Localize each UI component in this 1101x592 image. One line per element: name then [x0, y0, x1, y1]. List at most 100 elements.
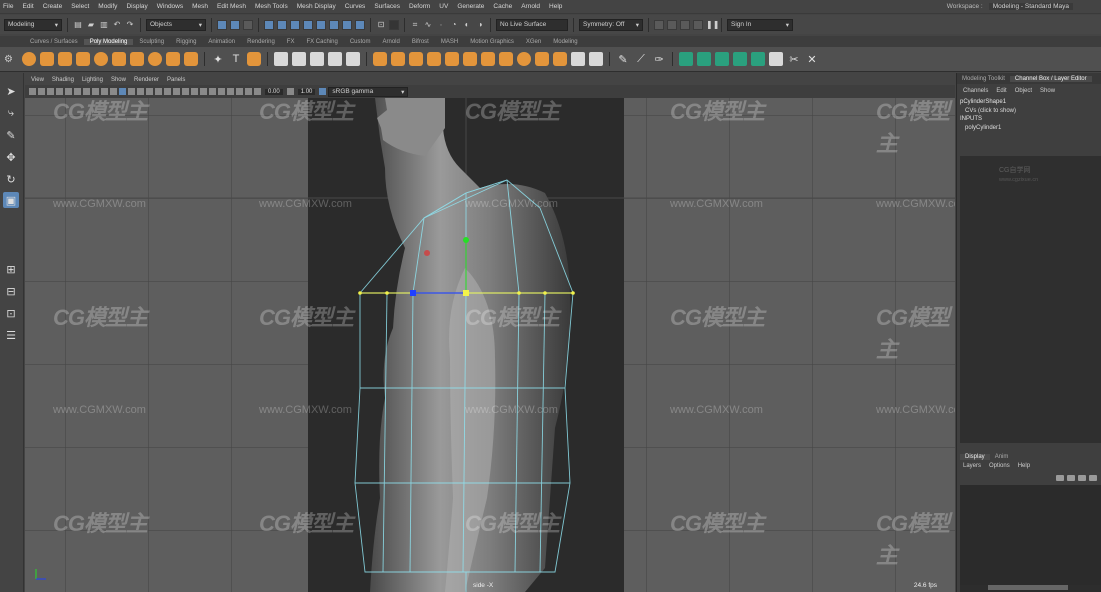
gamma-icon[interactable] — [286, 88, 294, 95]
separate-icon[interactable] — [292, 52, 306, 66]
menu-deform[interactable]: Deform — [409, 3, 430, 10]
shelf-tab-fx[interactable]: FX — [281, 39, 301, 45]
tab-channel-box-layer-editor[interactable]: Channel Box / Layer Editor — [1009, 75, 1092, 82]
combine-icon[interactable] — [274, 52, 288, 66]
select-by-deform-icon[interactable] — [316, 19, 326, 30]
bounding-box-icon[interactable] — [146, 88, 153, 95]
motion-blur-icon[interactable] — [191, 88, 198, 95]
construction-history-icon[interactable] — [654, 19, 664, 30]
select-by-joint-icon[interactable] — [277, 19, 287, 30]
panel-menu-shading[interactable]: Shading — [52, 77, 74, 83]
shelf-tab-rendering[interactable]: Rendering — [241, 39, 281, 45]
panel-menu-show[interactable]: Show — [111, 77, 126, 83]
select-hierarchy-icon[interactable] — [217, 19, 227, 30]
menu-options[interactable]: Options — [989, 463, 1010, 469]
menu-channels[interactable]: Channels — [963, 88, 988, 94]
smooth-icon[interactable] — [328, 52, 342, 66]
panel-menu-renderer[interactable]: Renderer — [134, 77, 159, 83]
paint-select-tool-icon[interactable]: ✎ — [3, 127, 19, 143]
menu-edit[interactable]: Edit — [996, 88, 1006, 94]
cut-uv-icon[interactable]: ✂ — [787, 53, 801, 66]
shelf-tab-bifrost[interactable]: Bifrost — [406, 39, 435, 45]
gamma-field[interactable]: 1.00 — [297, 88, 316, 95]
select-by-curve-icon[interactable] — [290, 19, 300, 30]
shelf-tab-rigging[interactable]: Rigging — [170, 39, 202, 45]
select-by-render-icon[interactable] — [342, 19, 352, 30]
film-gate-icon[interactable] — [65, 88, 72, 95]
menu-set-dropdown[interactable]: Modeling ▾ — [4, 18, 62, 31]
uv-editor-icon[interactable] — [679, 52, 693, 66]
menu-help[interactable]: Help — [549, 3, 562, 10]
menu-select[interactable]: Select — [71, 3, 89, 10]
field-chart-icon[interactable] — [92, 88, 99, 95]
layout-four-pane-icon[interactable]: ⊟ — [3, 283, 19, 299]
append-polygon-icon[interactable] — [445, 52, 459, 66]
vertex[interactable] — [358, 291, 362, 295]
poly-plane-icon[interactable] — [112, 52, 126, 66]
shelf-tab-poly-modeling[interactable]: Poly Modeling — [83, 38, 134, 45]
move-layer-down-icon[interactable] — [1067, 475, 1075, 481]
menu-file[interactable]: File — [3, 3, 13, 10]
scrollbar-thumb[interactable] — [988, 585, 1068, 590]
poke-icon[interactable] — [463, 52, 477, 66]
new-layer-from-selection-icon[interactable] — [1089, 475, 1097, 481]
gate-mask-icon[interactable] — [83, 88, 90, 95]
horizontal-scrollbar[interactable] — [960, 585, 1101, 590]
boolean-icon[interactable] — [346, 52, 360, 66]
textured-icon[interactable] — [155, 88, 162, 95]
symmetry-dropdown[interactable]: Symmetry: Off ▾ — [579, 18, 643, 31]
poly-cube-icon[interactable] — [40, 52, 54, 66]
menu-edit[interactable]: Edit — [22, 3, 33, 10]
ipr-render-icon[interactable] — [680, 19, 690, 30]
isolate-select-icon[interactable] — [218, 88, 225, 95]
shape-node-name[interactable]: pCylinderShape1 — [957, 98, 1101, 107]
lock-selection-icon[interactable]: ⊡ — [376, 20, 386, 29]
tab-anim-layers[interactable]: Anim — [990, 454, 1014, 460]
undo-icon[interactable]: ↶ — [112, 20, 122, 29]
poly-torus-icon[interactable] — [94, 52, 108, 66]
shelf-tab-sculpting[interactable]: Sculpting — [133, 39, 170, 45]
spherical-map-icon[interactable] — [733, 52, 747, 66]
select-by-misc-icon[interactable] — [355, 19, 365, 30]
insert-edge-loop-icon[interactable]: ⟋ — [634, 53, 648, 66]
poly-sphere-icon[interactable] — [22, 52, 36, 66]
shelf-tab-motion-graphics[interactable]: Motion Graphics — [464, 39, 520, 45]
view-transform-dropdown[interactable]: sRGB gamma ▾ — [328, 86, 409, 97]
manipulator-z-handle[interactable] — [410, 290, 416, 296]
pause-icon[interactable]: ❚❚ — [706, 20, 719, 29]
menu-help[interactable]: Help — [1018, 463, 1030, 469]
super-shape-icon[interactable] — [184, 52, 198, 66]
tab-display-layers[interactable]: Display — [960, 453, 990, 460]
live-surface-dropdown[interactable]: No Live Surface — [496, 18, 568, 31]
cvs-toggle[interactable]: CVs (click to show) — [957, 107, 1101, 116]
poly-pyramid-icon[interactable] — [166, 52, 180, 66]
menu-show[interactable]: Show — [1040, 88, 1055, 94]
menu-object[interactable]: Object — [1015, 88, 1032, 94]
color-management-icon[interactable] — [319, 88, 327, 95]
menu-modify[interactable]: Modify — [98, 3, 117, 10]
shelf-tab-xgen[interactable]: XGen — [520, 39, 547, 45]
image-plane-icon[interactable] — [47, 88, 54, 95]
side-viewport[interactable]: CG模型主 CG模型主 CG模型主 CG模型主 CG模型主 www.CGMXW.… — [25, 98, 955, 592]
select-by-handle-icon[interactable] — [264, 19, 274, 30]
snap-surface-icon[interactable]: ◐ — [462, 20, 472, 29]
anti-aliasing-icon[interactable] — [200, 88, 207, 95]
menu-windows[interactable]: Windows — [157, 3, 183, 10]
menu-generate[interactable]: Generate — [457, 3, 484, 10]
scale-tool-icon[interactable]: ▣ — [3, 192, 19, 208]
detach-icon[interactable] — [535, 52, 549, 66]
move-layer-up-icon[interactable] — [1056, 475, 1064, 481]
highlight-selection-icon[interactable] — [389, 19, 399, 30]
poly-cylinder-icon[interactable] — [58, 52, 72, 66]
manipulator-y-handle[interactable] — [463, 237, 469, 243]
workspace-dropdown[interactable]: Modeling - Standard Maya — [988, 3, 1073, 10]
select-object-icon[interactable] — [230, 19, 240, 30]
layout-two-pane-icon[interactable]: ⊡ — [3, 305, 19, 321]
smooth-shade-icon[interactable] — [128, 88, 135, 95]
merge-icon[interactable] — [517, 52, 531, 66]
select-tool-icon[interactable]: ➤ — [3, 83, 19, 99]
menu-create[interactable]: Create — [43, 3, 63, 10]
move-tool-icon[interactable]: ✥ — [3, 149, 19, 165]
vertex[interactable] — [571, 291, 575, 295]
menu-mesh-tools[interactable]: Mesh Tools — [255, 3, 288, 10]
